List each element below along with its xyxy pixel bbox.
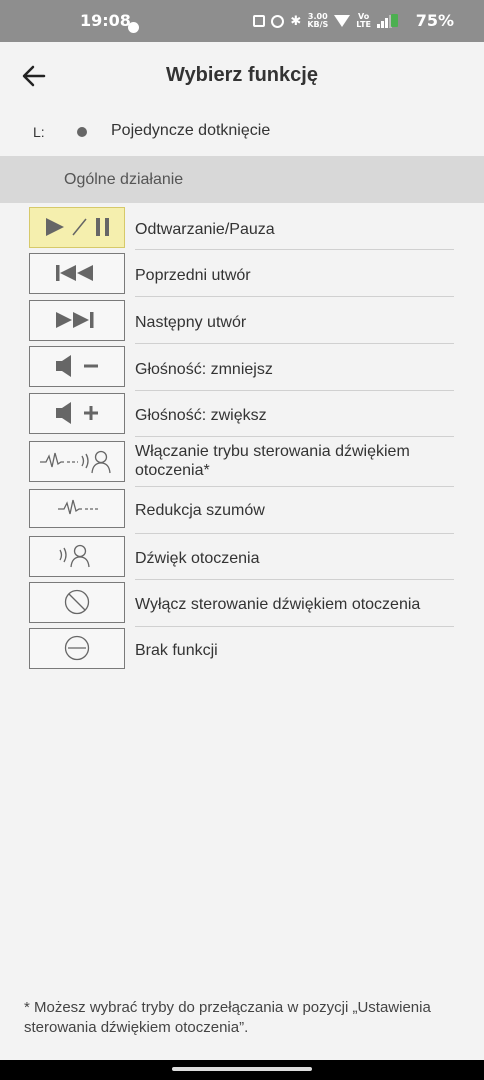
side-label: L: bbox=[33, 124, 45, 140]
play-pause-icon bbox=[46, 218, 109, 236]
app-header: Wybierz funkcję bbox=[0, 42, 484, 110]
navigation-bar bbox=[0, 1060, 484, 1080]
item-label: Następny utwór bbox=[135, 314, 247, 331]
item-label: Redukcja szumów bbox=[135, 502, 265, 519]
item-label: Głośność: zmniejsz bbox=[135, 361, 273, 378]
speed-unit: KB/S bbox=[307, 20, 329, 29]
battery-icon bbox=[391, 14, 398, 27]
list-item-ambient-sound[interactable]: Dźwięk otoczenia bbox=[0, 534, 484, 580]
battery-percentage: 75% bbox=[415, 11, 454, 30]
icon-box bbox=[29, 207, 125, 248]
item-label: Poprzedni utwór bbox=[135, 267, 251, 284]
section-title: Ogólne działanie bbox=[64, 171, 184, 188]
item-label: Włączanie trybu sterowania dźwiękiem oto… bbox=[135, 443, 410, 479]
next-track-icon bbox=[56, 312, 94, 328]
item-label: Brak funkcji bbox=[135, 642, 218, 659]
list-item-volume-up[interactable]: Głośność: zwiększ bbox=[0, 391, 484, 437]
ambient-sound-icon bbox=[59, 544, 90, 568]
volume-down-icon bbox=[56, 355, 98, 377]
section-header: Ogólne działanie bbox=[0, 156, 484, 203]
status-time: 19:08 bbox=[80, 11, 131, 30]
bluetooth-icon: ✱ bbox=[290, 13, 302, 29]
item-label: Wyłącz sterowanie dźwiękiem otoczenia bbox=[135, 596, 421, 613]
divider bbox=[135, 296, 454, 297]
mode-label: Pojedyncze dotknięcie bbox=[111, 122, 271, 139]
volte-bottom: LTE bbox=[356, 20, 371, 29]
status-bar: 19:08 ✱ 3.00 KB/S Vo LTE 75% bbox=[0, 0, 484, 42]
item-label: Dźwięk otoczenia bbox=[135, 550, 260, 567]
footnote: * Możesz wybrać tryby do przełączania w … bbox=[24, 999, 431, 1036]
list-item-play-pause[interactable]: Odtwarzanie/Pauza bbox=[0, 205, 484, 251]
noise-cancelling-icon bbox=[58, 499, 98, 515]
alarm-icon bbox=[271, 14, 285, 28]
page-title: Wybierz funkcję bbox=[166, 64, 318, 86]
icon-box bbox=[29, 253, 125, 294]
bullet-icon bbox=[77, 127, 87, 137]
volte-indicator: Vo LTE bbox=[356, 13, 371, 29]
ambient-sound-toggle-icon bbox=[40, 450, 111, 474]
icon-box bbox=[29, 393, 125, 434]
icon-box bbox=[29, 441, 125, 482]
icon-box bbox=[29, 346, 125, 387]
icon-box bbox=[29, 628, 125, 669]
icon-box bbox=[29, 582, 125, 623]
icon-box bbox=[29, 536, 125, 577]
icon-box bbox=[29, 489, 125, 528]
icon-box bbox=[29, 300, 125, 341]
mode-row: L: Pojedyncze dotknięcie bbox=[0, 110, 484, 156]
wifi-icon bbox=[334, 15, 351, 27]
network-speed: 3.00 KB/S bbox=[307, 13, 328, 29]
list-item-ambient-off[interactable]: Wyłącz sterowanie dźwiękiem otoczenia bbox=[0, 580, 484, 627]
list-item-ambient-toggle[interactable]: Włączanie trybu sterowania dźwiękiem oto… bbox=[0, 437, 484, 487]
item-label: Głośność: zwiększ bbox=[135, 407, 267, 424]
list-item-previous-track[interactable]: Poprzedni utwór bbox=[0, 251, 484, 297]
home-handle[interactable] bbox=[172, 1067, 312, 1071]
list-item-noise-cancelling[interactable]: Redukcja szumów bbox=[0, 487, 484, 533]
list-item-no-function[interactable]: Brak funkcji bbox=[0, 627, 484, 673]
no-function-icon bbox=[64, 635, 90, 661]
signal-icon bbox=[377, 14, 392, 28]
list-item-volume-down[interactable]: Głośność: zmniejsz bbox=[0, 344, 484, 391]
item-label: Odtwarzanie/Pauza bbox=[135, 221, 275, 238]
ambient-off-icon bbox=[64, 589, 90, 615]
previous-track-icon bbox=[56, 265, 93, 281]
message-bubble-icon bbox=[128, 22, 139, 33]
nfc-icon bbox=[253, 15, 266, 27]
divider bbox=[135, 249, 454, 250]
volume-up-icon bbox=[56, 402, 98, 424]
status-icons: ✱ 3.00 KB/S Vo LTE bbox=[253, 13, 392, 29]
list-item-next-track[interactable]: Następny utwór bbox=[0, 298, 484, 344]
